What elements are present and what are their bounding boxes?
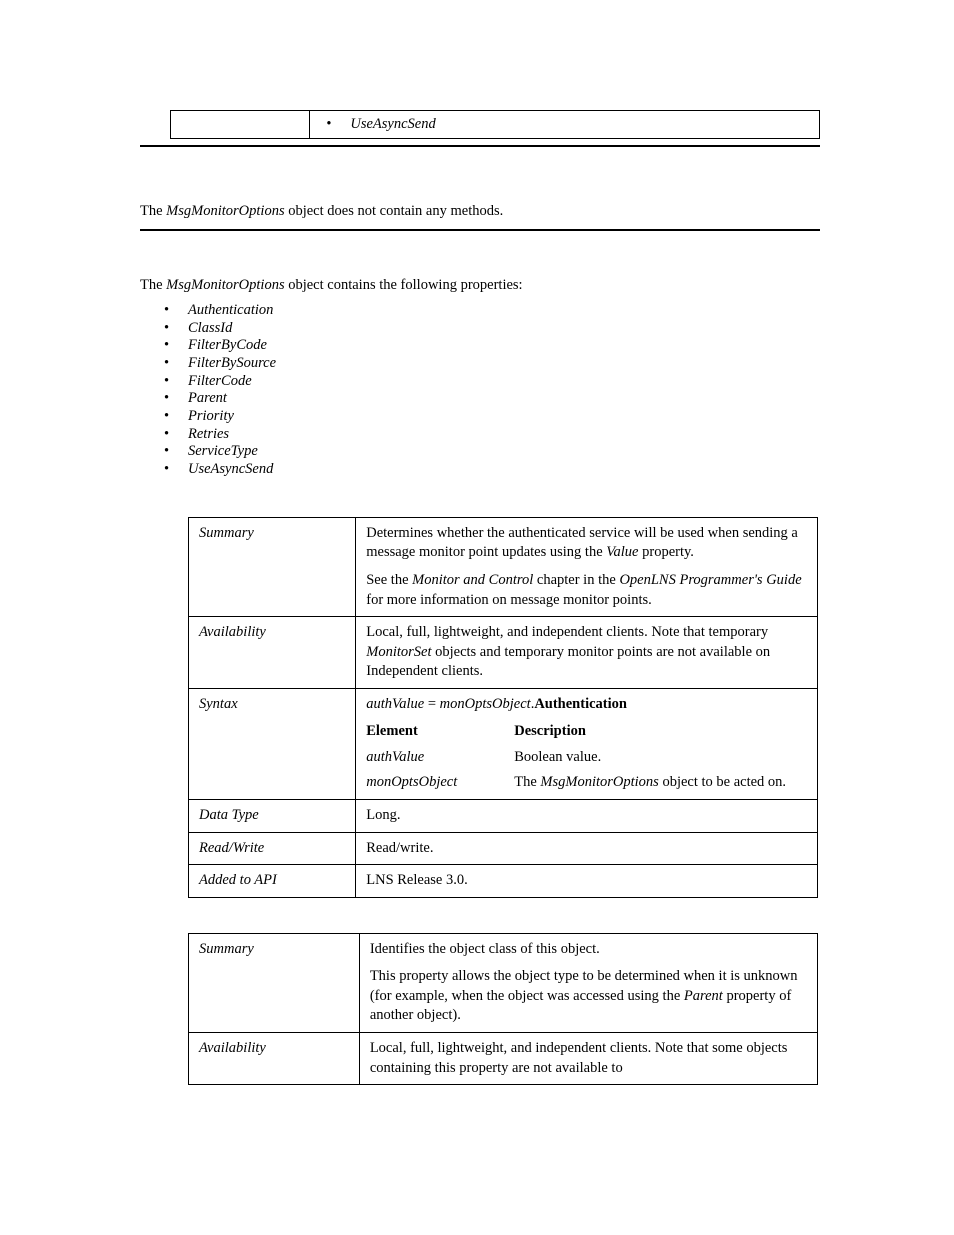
element-desc-text: object to be acted on.: [659, 774, 786, 790]
bullet-icon: •: [164, 390, 188, 408]
horizontal-rule: [140, 229, 820, 231]
summary-ital: OpenLNS Programmer's Guide: [619, 572, 801, 588]
row-body-datatype: Long.: [356, 800, 818, 833]
element-name: monOptsObject: [366, 773, 506, 793]
summary-text: for more information on message monitor …: [366, 592, 652, 608]
row-label-syntax: Syntax: [189, 688, 356, 799]
property-name: Authentication: [188, 302, 273, 320]
bullet-icon: •: [164, 320, 188, 338]
summary-ital: Monitor and Control: [412, 572, 533, 588]
summary-text: Identifies the object class of this obje…: [370, 940, 807, 960]
summary-text: See the: [366, 572, 412, 588]
bullet-icon: •: [164, 461, 188, 479]
bullet-icon: •: [164, 443, 188, 461]
syntax-obj: monOptsObject: [440, 696, 531, 712]
list-item: •Parent: [164, 390, 844, 408]
row-label-availability: Availability: [189, 617, 356, 689]
row-label-datatype: Data Type: [189, 800, 356, 833]
row-body-syntax: authValue = monOptsObject.Authentication…: [356, 688, 818, 799]
row-label-readwrite: Read/Write: [189, 832, 356, 865]
methods-note-suffix: object does not contain any methods.: [285, 203, 504, 219]
row-label-added: Added to API: [189, 865, 356, 898]
properties-intro: The MsgMonitorOptions object contains th…: [140, 276, 820, 296]
row-body-availability: Local, full, lightweight, and independen…: [359, 1032, 817, 1084]
methods-note-object: MsgMonitorOptions: [166, 203, 284, 219]
list-item: •ClassId: [164, 320, 844, 338]
element-header: Element: [366, 722, 506, 742]
properties-intro-suffix: object contains the following properties…: [285, 277, 523, 293]
property-name: FilterByCode: [188, 337, 267, 355]
element-desc-ital: MsgMonitorOptions: [540, 774, 658, 790]
list-item: •Retries: [164, 426, 844, 444]
top-fragment-bullet-row: • UseAsyncSend: [318, 115, 811, 134]
property-name: Retries: [188, 426, 229, 444]
list-item: •ServiceType: [164, 443, 844, 461]
methods-note: The MsgMonitorOptions object does not co…: [140, 202, 820, 222]
syntax-eq: =: [424, 696, 439, 712]
bullet-icon: •: [164, 373, 188, 391]
list-item: •FilterCode: [164, 373, 844, 391]
description-header: Description: [514, 722, 807, 742]
element-desc: The MsgMonitorOptions object to be acted…: [514, 773, 807, 793]
row-body-summary: Identifies the object class of this obje…: [359, 933, 817, 1032]
row-label-summary: Summary: [189, 517, 356, 616]
element-description-grid: Element Description authValue Boolean va…: [366, 722, 807, 793]
list-item: •Priority: [164, 408, 844, 426]
bullet-icon: •: [164, 337, 188, 355]
top-fragment-table: • UseAsyncSend: [170, 110, 820, 139]
summary-ital: Value: [606, 544, 638, 560]
row-body-availability: Local, full, lightweight, and independen…: [356, 617, 818, 689]
list-item: •FilterByCode: [164, 337, 844, 355]
property-name: Parent: [188, 390, 227, 408]
row-label-summary: Summary: [189, 933, 360, 1032]
top-fragment-item: UseAsyncSend: [350, 115, 435, 134]
syntax-lhs: authValue: [366, 696, 424, 712]
bullet-icon: •: [164, 355, 188, 373]
property-name: UseAsyncSend: [188, 461, 273, 479]
list-item: •FilterBySource: [164, 355, 844, 373]
top-fragment-left-cell: [171, 111, 310, 139]
syntax-prop: Authentication: [534, 696, 627, 712]
methods-note-prefix: The: [140, 203, 166, 219]
property-name: FilterBySource: [188, 355, 276, 373]
bullet-icon: •: [318, 115, 350, 134]
element-name: authValue: [366, 748, 506, 768]
summary-text: property.: [638, 544, 693, 560]
row-label-availability: Availability: [189, 1032, 360, 1084]
summary-text: chapter in the: [533, 572, 619, 588]
property-name: Priority: [188, 408, 234, 426]
classid-detail-table: Summary Identifies the object class of t…: [188, 933, 818, 1085]
properties-list: •Authentication •ClassId •FilterByCode •…: [140, 302, 844, 479]
summary-text: Determines whether the authenticated ser…: [366, 525, 798, 561]
bullet-icon: •: [164, 302, 188, 320]
authentication-detail-table: Summary Determines whether the authentic…: [188, 517, 818, 898]
properties-intro-prefix: The: [140, 277, 166, 293]
property-name: FilterCode: [188, 373, 252, 391]
row-body-summary: Determines whether the authenticated ser…: [356, 517, 818, 616]
document-page: • UseAsyncSend The MsgMonitorOptions obj…: [0, 0, 954, 1235]
element-desc-text: The: [514, 774, 540, 790]
top-fragment-right-cell: • UseAsyncSend: [310, 111, 820, 139]
bullet-icon: •: [164, 426, 188, 444]
availability-text: Local, full, lightweight, and independen…: [366, 624, 768, 640]
row-body-readwrite: Read/write.: [356, 832, 818, 865]
property-name: ClassId: [188, 320, 232, 338]
summary-ital: Parent: [684, 988, 723, 1004]
horizontal-rule: [140, 145, 820, 147]
bullet-icon: •: [164, 408, 188, 426]
element-desc: Boolean value.: [514, 748, 807, 768]
properties-intro-object: MsgMonitorOptions: [166, 277, 284, 293]
list-item: •Authentication: [164, 302, 844, 320]
row-body-added: LNS Release 3.0.: [356, 865, 818, 898]
property-name: ServiceType: [188, 443, 258, 461]
availability-ital: MonitorSet: [366, 644, 431, 660]
list-item: •UseAsyncSend: [164, 461, 844, 479]
